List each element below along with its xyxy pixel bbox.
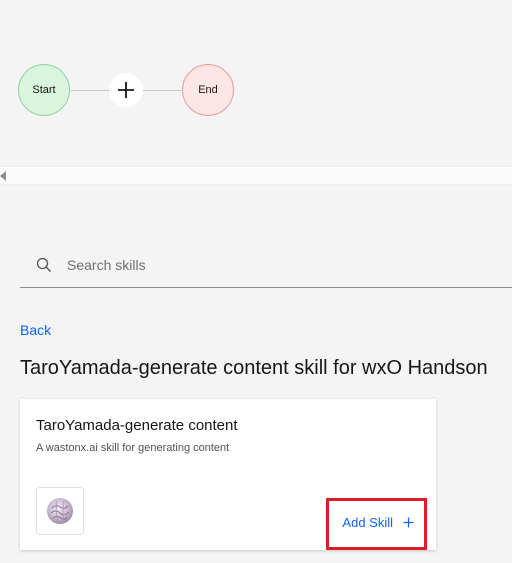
start-node-label: Start	[32, 84, 56, 96]
plus-icon	[118, 82, 134, 98]
flow-connector	[143, 90, 181, 91]
page-title: TaroYamada-generate content skill for wx…	[20, 357, 488, 379]
start-node[interactable]: Start	[18, 64, 70, 116]
search-input[interactable]	[67, 256, 467, 273]
skill-card-title: TaroYamada-generate content	[36, 417, 238, 434]
flow-connector	[71, 90, 109, 91]
end-node-label: End	[198, 84, 218, 96]
skill-search	[20, 242, 512, 288]
add-skill-label: Add Skill	[342, 515, 393, 530]
end-node[interactable]: End	[182, 64, 234, 116]
add-step-button[interactable]	[109, 73, 143, 107]
search-icon	[36, 257, 51, 272]
skill-logo-icon	[36, 487, 84, 535]
horizontal-scrollbar[interactable]	[0, 166, 512, 185]
add-skill-button[interactable]: Add Skill	[342, 515, 414, 530]
skill-card: TaroYamada-generate content A wastonx.ai…	[20, 399, 436, 550]
flow-canvas: Start End	[0, 0, 512, 166]
skill-card-description: A wastonx.ai skill for generating conten…	[36, 442, 230, 454]
back-link[interactable]: Back	[20, 322, 51, 338]
plus-icon	[403, 517, 414, 528]
scroll-left-arrow-icon[interactable]	[0, 171, 6, 181]
